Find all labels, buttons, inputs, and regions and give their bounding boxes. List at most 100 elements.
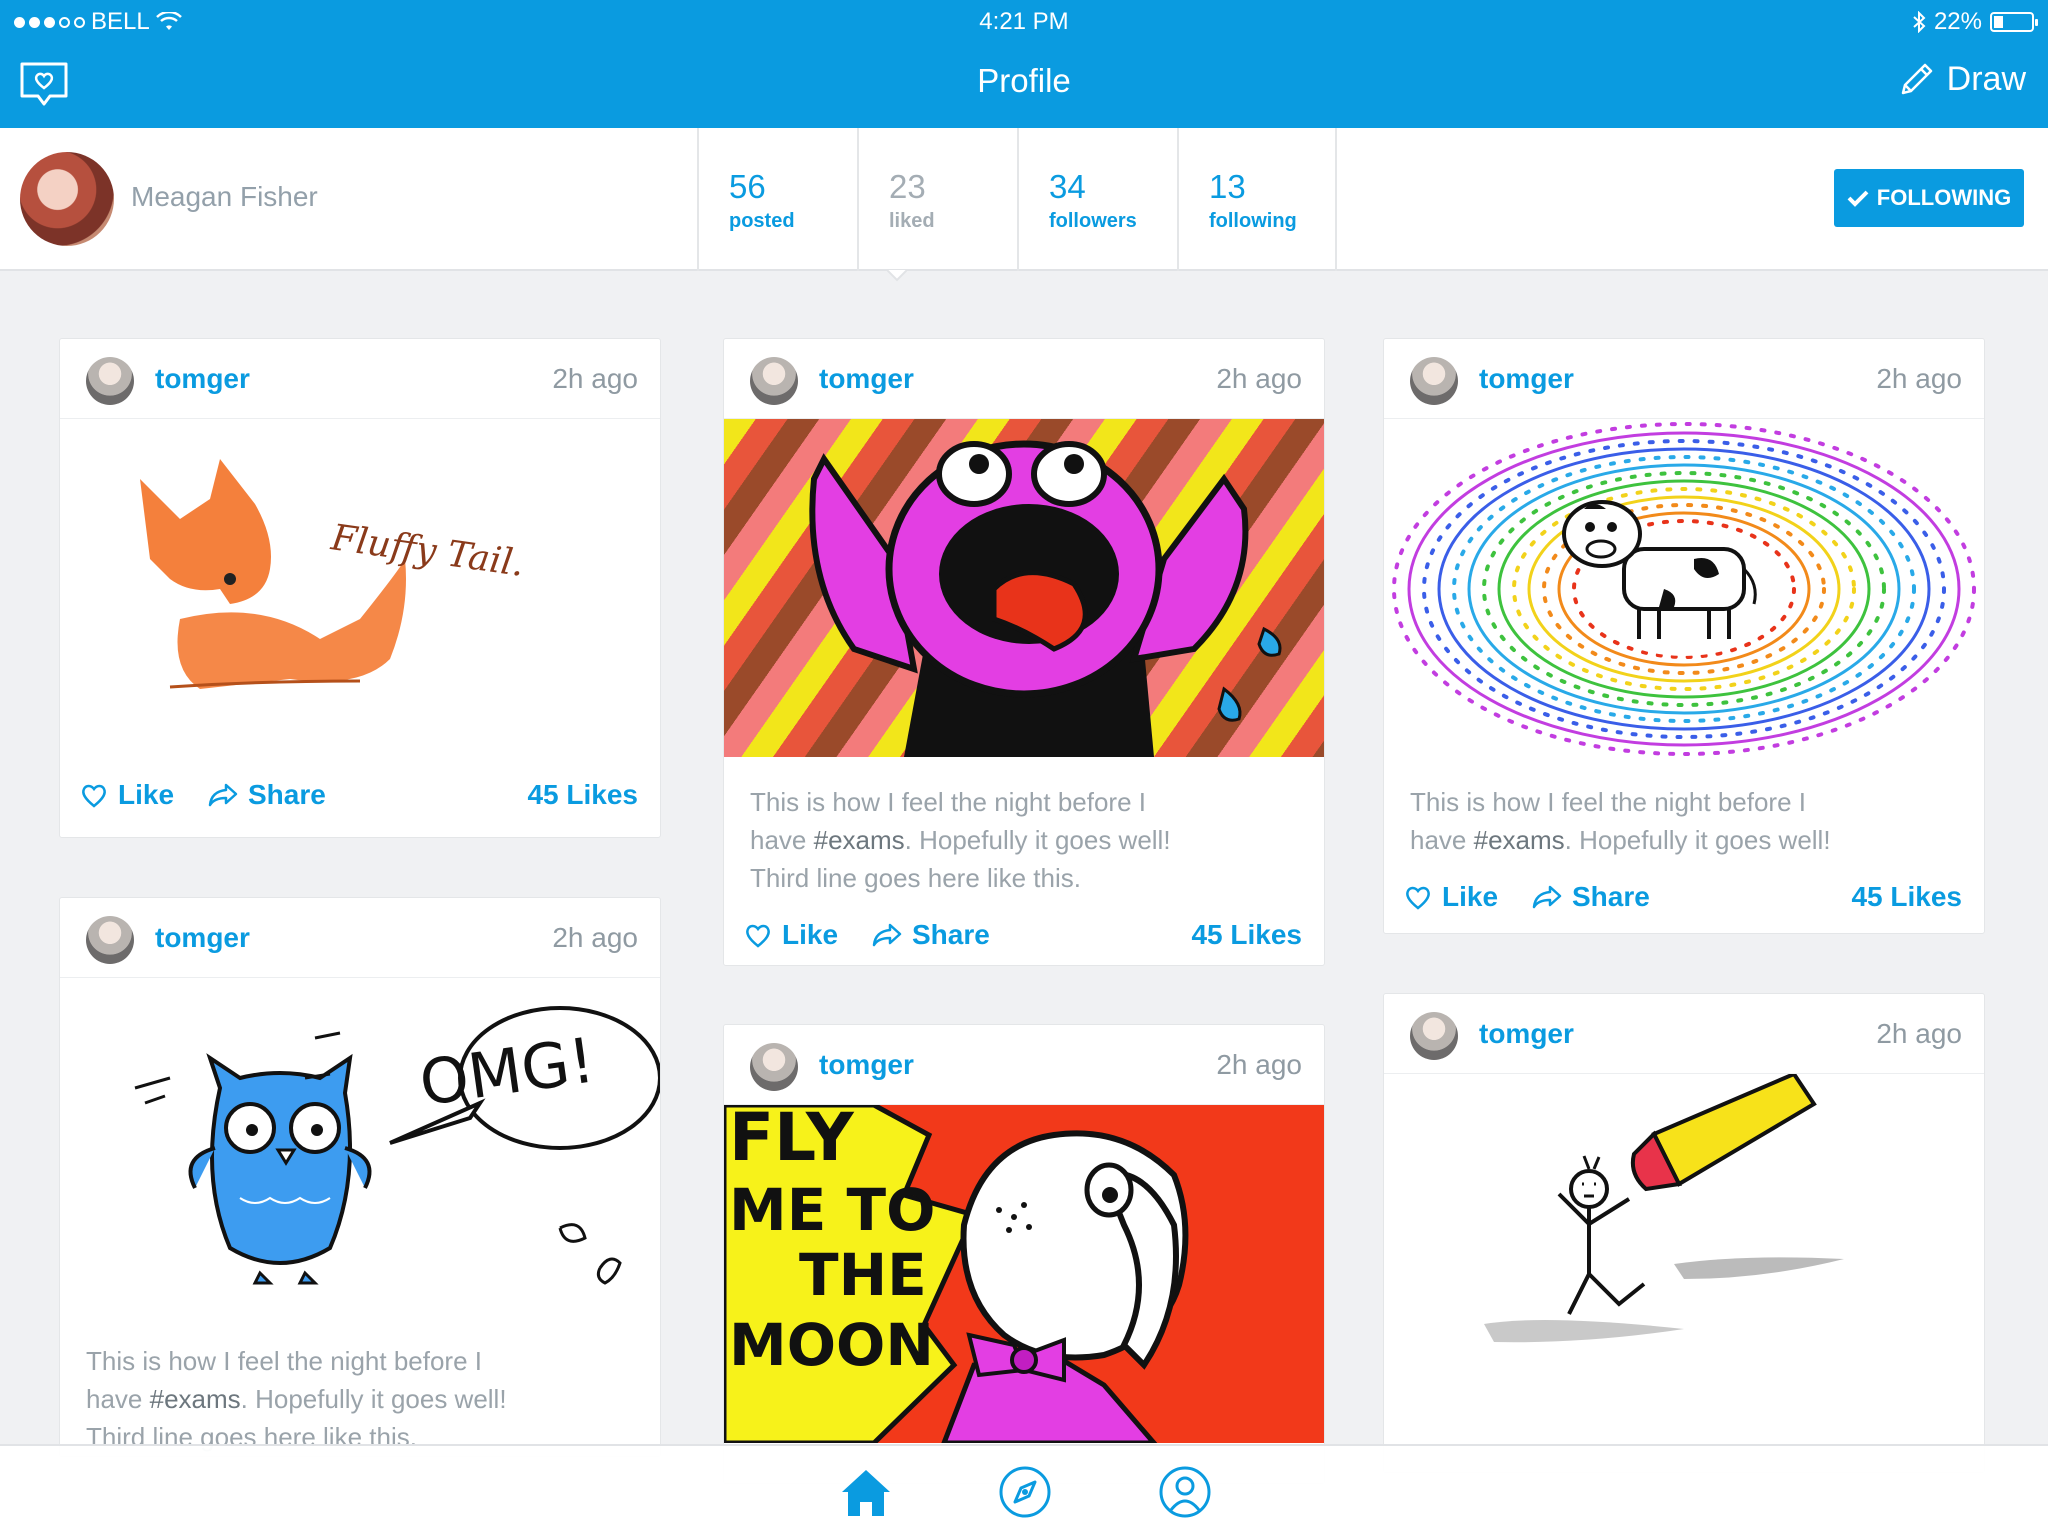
post-username[interactable]: tomger [155,922,250,954]
stat-label: followers [1049,210,1137,232]
likes-count: 45 Likes [1191,919,1302,950]
pencil-icon [1901,63,1932,94]
like-label: Like [782,919,839,950]
post-username[interactable]: tomger [819,363,914,395]
battery-icon [1990,12,2038,32]
stat-posted[interactable]: 56 posted [697,128,857,271]
battery-label: 22% [1933,8,1982,35]
caption-line: have [86,1384,150,1414]
post-drawing[interactable] [724,419,1324,757]
post-header: tomger 2h ago [724,1025,1324,1105]
app-screen: BELL 4:21 PM 22% Profile Draw Meagan Fis… [0,0,2048,1536]
caption-line: . Hopefully it goes well! [904,825,1171,855]
like-button[interactable]: Like [744,919,838,951]
post-time: 2h ago [552,363,638,394]
share-button[interactable]: Share [872,919,990,951]
like-label: Like [118,779,175,810]
share-button[interactable]: Share [208,779,326,811]
user-avatar[interactable] [750,1043,798,1091]
post-header: tomger 2h ago [1384,339,1984,419]
share-arrow-icon [208,783,238,807]
owl-drawing: OMG! [134,1006,660,1285]
status-right: 22% [1912,8,2038,36]
avatar[interactable] [20,152,114,246]
user-avatar[interactable] [86,916,134,964]
post-username[interactable]: tomger [1479,1018,1574,1050]
post-caption: This is how I feel the night before I ha… [1384,757,1984,859]
post-username[interactable]: tomger [1479,363,1574,395]
likes-count: 45 Likes [1851,881,1962,912]
stat-following[interactable]: 13 following [1177,128,1337,271]
stat-followers[interactable]: 34 followers [1017,128,1177,271]
post-actions: Like Share 45 Likes [1384,859,1984,933]
post-actions: Like Share 45 Likes [724,897,1324,965]
heart-icon [82,784,106,808]
share-button[interactable]: Share [1532,881,1650,913]
share-label: Share [1572,881,1650,912]
user-avatar[interactable] [1410,357,1458,405]
following-button[interactable]: FOLLOWING [1834,169,2024,227]
draw-label: Draw [1946,60,2026,98]
page-title: Profile [977,62,1071,99]
caption-line: This is how I feel the night before I [86,1346,482,1376]
status-bar: BELL 4:21 PM 22% [0,0,2048,42]
caption-line: This is how I feel the night before I [1410,787,1806,817]
post-actions: Like Share 45 Likes [60,757,660,837]
profile-stats: 56 posted 23 liked 34 followers 13 follo… [697,128,1337,271]
stat-number: 13 [1209,168,1246,205]
profile-icon[interactable] [1155,1462,1215,1522]
hashtag-link[interactable]: #exams [1474,825,1565,855]
share-label: Share [912,919,990,950]
stat-number: 34 [1049,168,1086,205]
post-card: tomger 2h ago OMG! This is how I feel th… [59,897,661,1457]
status-time: 4:21 PM [979,8,1069,35]
share-arrow-icon [1532,885,1562,909]
fox-caption-text: Fluffy Tail. [328,517,527,585]
likes-count: 45 Likes [527,779,638,810]
post-drawing[interactable]: OMG! [60,978,660,1316]
post-time: 2h ago [1876,363,1962,394]
post-card: tomger 2h ago Fluffy Tail. Like Share 45… [59,338,661,838]
post-header: tomger 2h ago [724,339,1324,419]
stat-label: liked [889,210,935,232]
moon-text-line: FLY [729,1105,855,1176]
post-drawing[interactable]: FLY ME TO THE MOON [724,1105,1324,1443]
compass-icon[interactable] [995,1462,1055,1522]
user-avatar[interactable] [750,357,798,405]
like-button[interactable]: Like [80,779,174,811]
post-caption: This is how I feel the night before I ha… [724,757,1324,897]
following-label: FOLLOWING [1876,185,2012,210]
post-username[interactable]: tomger [155,363,250,395]
post-drawing[interactable]: Fluffy Tail. [60,419,660,757]
post-card: tomger 2h ago FLY ME TO THE MOON [723,1024,1325,1484]
moon-text-line: MOON [729,1311,934,1379]
post-card: tomger 2h ago [1383,993,1985,1473]
hashtag-link[interactable]: #exams [814,825,905,855]
stat-liked[interactable]: 23 liked [857,128,1017,271]
nav-row: Profile Draw [0,44,2048,128]
user-avatar[interactable] [86,357,134,405]
post-caption: This is how I feel the night before I ha… [60,1316,660,1456]
home-icon[interactable] [836,1462,896,1522]
hashtag-link[interactable]: #exams [150,1384,241,1414]
post-drawing[interactable] [1384,419,1984,757]
moon-text-line: ME TO [729,1176,935,1244]
post-drawing[interactable] [1384,1074,1984,1412]
stat-label: following [1209,210,1297,232]
selected-tab-caret [887,270,907,282]
stat-number: 56 [729,168,766,205]
top-bar: BELL 4:21 PM 22% Profile Draw [0,0,2048,128]
caption-line: . Hopefully it goes well! [240,1384,507,1414]
share-label: Share [248,779,326,810]
post-username[interactable]: tomger [819,1049,914,1081]
share-arrow-icon [872,923,902,947]
moon-dog-drawing: FLY ME TO THE MOON [724,1105,1189,1443]
post-card: tomger 2h ago This is how I feel the nig… [723,338,1325,966]
caption-line: This is how I feel the night before I [750,787,1146,817]
like-button[interactable]: Like [1404,881,1498,913]
draw-button[interactable]: Draw [1897,60,2026,99]
user-avatar[interactable] [1410,1012,1458,1060]
check-icon [1847,190,1869,207]
fox-drawing: Fluffy Tail. [140,459,527,689]
post-time: 2h ago [1876,1018,1962,1049]
